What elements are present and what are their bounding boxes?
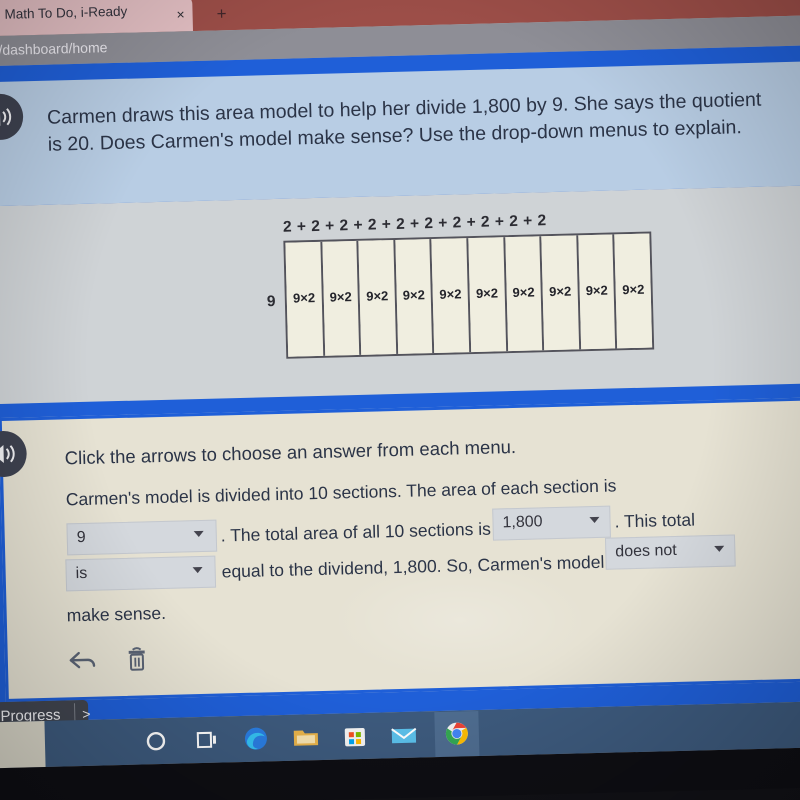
area-model-cell: 9×2 bbox=[578, 234, 618, 350]
area-model-left-label: 9 bbox=[266, 293, 276, 311]
answer-sentence-part4: equal to the dividend, 1,800. So, Carmen… bbox=[221, 551, 605, 582]
question-text: Carmen draws this area model to help her… bbox=[46, 88, 762, 156]
area-model-cell: 9×2 bbox=[504, 236, 545, 352]
area-model-cell-label: 9×2 bbox=[366, 288, 389, 304]
dropdown-does-or-does-not[interactable]: does not bbox=[604, 534, 736, 570]
chevron-down-icon bbox=[192, 566, 203, 574]
answer-sentence-part3: . This total bbox=[614, 509, 696, 532]
area-model-cell-label: 9×2 bbox=[402, 287, 426, 303]
edge-browser-icon[interactable] bbox=[241, 723, 272, 754]
dropdown-value: is bbox=[75, 564, 88, 583]
trash-icon[interactable] bbox=[124, 645, 151, 674]
file-explorer-icon[interactable] bbox=[291, 722, 322, 753]
dropdown-value: does not bbox=[615, 541, 677, 561]
microsoft-store-icon[interactable] bbox=[340, 721, 371, 752]
answer-sentence-part1: Carmen's model is divided into 10 sectio… bbox=[65, 475, 617, 510]
chevron-down-icon bbox=[714, 545, 725, 552]
area-model-cell-label: 9×2 bbox=[585, 282, 608, 299]
cortana-icon[interactable] bbox=[141, 726, 172, 757]
speaker-icon[interactable] bbox=[0, 93, 24, 141]
close-icon[interactable]: × bbox=[172, 6, 188, 22]
start-button[interactable] bbox=[0, 721, 46, 769]
answer-sentence-part2: . The total area of all 10 sections is bbox=[220, 518, 492, 546]
answer-sentence-part5: make sense. bbox=[66, 602, 167, 626]
area-model-cell: 9×2 bbox=[321, 240, 362, 356]
dropdown-value: 9 bbox=[76, 528, 86, 547]
area-model-panel: 2 + 2 + 2 + 2 + 2 + 2 + 2 + 2 + 2 + 2 9 … bbox=[0, 184, 800, 405]
area-model-cell-label: 9×2 bbox=[329, 289, 352, 305]
iready-app: Carmen draws this area model to help her… bbox=[0, 45, 800, 753]
chevron-down-icon bbox=[589, 516, 600, 524]
speaker-icon[interactable] bbox=[0, 430, 28, 478]
answer-toolbar bbox=[68, 645, 151, 675]
chevron-down-icon bbox=[193, 530, 204, 538]
area-model-grid: 9×2 9×2 9×2 9×2 9×2 9×2 9×2 9×2 9×2 9×2 bbox=[283, 231, 655, 359]
dropdown-area-of-each-section[interactable]: 9 bbox=[66, 519, 218, 556]
area-model-cell: 9×2 bbox=[541, 235, 581, 351]
chrome-browser-icon[interactable] bbox=[441, 718, 472, 749]
area-model-cell: 9×2 bbox=[395, 239, 435, 354]
dropdown-value: 1,800 bbox=[502, 513, 543, 532]
answer-instruction: Click the arrows to choose an answer fro… bbox=[64, 435, 517, 469]
screen-photo: Math To Do, i-Ready × + udent/dashboard/… bbox=[0, 0, 800, 800]
area-model-cell-label: 9×2 bbox=[512, 284, 535, 301]
area-model-top-expression: 2 + 2 + 2 + 2 + 2 + 2 + 2 + 2 + 2 + 2 bbox=[282, 212, 547, 236]
task-view-icon[interactable] bbox=[191, 725, 222, 756]
area-model-cell: 9×2 bbox=[431, 238, 472, 354]
mail-icon[interactable] bbox=[389, 720, 420, 751]
area-model-cell: 9×2 bbox=[285, 241, 325, 357]
area-model-cell-label: 9×2 bbox=[622, 281, 645, 298]
undo-arrow-icon[interactable] bbox=[68, 648, 99, 675]
area-model-cell-label: 9×2 bbox=[292, 290, 316, 306]
area-model-cell: 9×2 bbox=[358, 239, 399, 355]
area-model-cell: 9×2 bbox=[614, 233, 653, 349]
computer-screen: Math To Do, i-Ready × + udent/dashboard/… bbox=[0, 0, 800, 800]
area-model-cell-label: 9×2 bbox=[439, 286, 462, 302]
new-tab-icon[interactable]: + bbox=[212, 4, 230, 23]
question-panel: Carmen draws this area model to help her… bbox=[0, 61, 800, 207]
dropdown-is-or-is-not[interactable]: is bbox=[65, 555, 217, 592]
area-model-cell-label: 9×2 bbox=[475, 285, 499, 301]
answer-card: Click the arrows to choose an answer fro… bbox=[0, 397, 800, 702]
dropdown-total-area[interactable]: 1,800 bbox=[492, 505, 611, 541]
area-model-cell: 9×2 bbox=[468, 237, 508, 353]
area-model-cell-label: 9×2 bbox=[548, 283, 572, 300]
